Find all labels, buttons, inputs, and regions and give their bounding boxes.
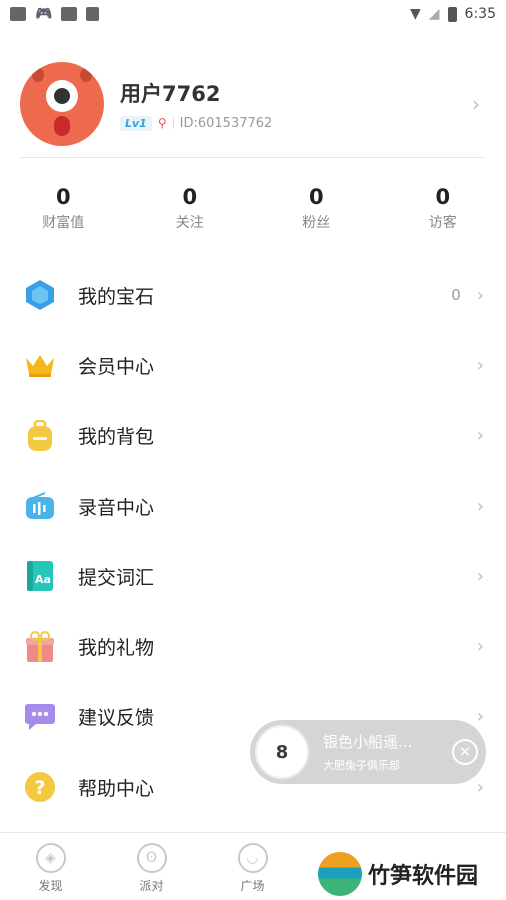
chevron-right-icon: ›: [476, 776, 484, 798]
stat-label: 关注: [175, 215, 204, 231]
feedback-icon: [24, 701, 56, 733]
chevron-right-icon: ›: [476, 495, 484, 517]
stat-value: 0: [55, 185, 71, 209]
vocab-icon: Aa: [24, 560, 56, 592]
planet-icon: ◡: [237, 843, 268, 873]
menu-item-vip[interactable]: 会员中心 ›: [0, 330, 506, 400]
player-title: 银色小船遥...: [323, 733, 413, 751]
status-bar: 🎮 ▼ ◢ 6:35: [0, 0, 506, 28]
svg-text:?: ?: [34, 777, 45, 799]
username: 用户7762: [120, 81, 221, 106]
gem-count: 0: [451, 286, 461, 305]
tab-label: 派对: [139, 879, 164, 893]
stat-wealth[interactable]: 0 财富值: [0, 184, 127, 240]
stat-value: 0: [182, 185, 198, 209]
stat-following[interactable]: 0 关注: [127, 184, 254, 240]
stat-fans[interactable]: 0 粉丝: [253, 184, 380, 240]
stat-label: 粉丝: [302, 215, 331, 231]
close-icon[interactable]: ✕: [452, 739, 478, 765]
stats-row: 0 财富值 0 关注 0 粉丝 0 访客: [0, 184, 506, 240]
stat-value: 0: [308, 185, 324, 209]
player-cover[interactable]: 8: [255, 725, 309, 779]
menu-item-recording[interactable]: 录音中心 ›: [0, 471, 506, 541]
pig-icon: ʘ: [136, 843, 167, 873]
tab-party[interactable]: ʘ 派对: [101, 833, 202, 900]
menu-label: 会员中心: [78, 355, 155, 378]
wifi-icon: ▼: [409, 6, 421, 22]
avatar[interactable]: [20, 62, 104, 146]
profile-divider: [20, 157, 486, 158]
stat-label: 访客: [428, 215, 457, 231]
stat-label: 财富值: [42, 215, 85, 231]
backpack-icon: [24, 419, 56, 452]
tab-square[interactable]: ◡ 广场: [202, 833, 303, 900]
user-id: ID:601537762: [179, 115, 273, 131]
battery-icon: [447, 6, 457, 22]
menu-label: 我的礼物: [78, 637, 155, 660]
square-icon: [10, 7, 26, 21]
menu-item-gifts[interactable]: 我的礼物 ›: [0, 611, 506, 681]
chevron-right-icon: ›: [476, 706, 484, 728]
watermark: 竹笋软件园: [318, 852, 478, 896]
level-badge: Lv1: [120, 115, 152, 131]
font-icon: [86, 7, 100, 21]
watermark-logo: [318, 852, 362, 896]
mini-player[interactable]: 8 银色小船遥... 大肥兔子俱乐部 ✕: [250, 720, 486, 784]
image-icon: [61, 7, 78, 21]
chevron-right-icon: ›: [476, 284, 484, 306]
player-subtitle: 大肥兔子俱乐部: [323, 759, 400, 772]
tab-label: 广场: [240, 879, 265, 893]
menu-label: 录音中心: [78, 496, 155, 519]
gem-icon: [24, 279, 56, 311]
chevron-right-icon: ›: [476, 636, 484, 658]
crown-icon: [24, 349, 56, 381]
tab-label: 发现: [38, 879, 63, 893]
chevron-right-icon: ›: [476, 354, 484, 376]
stat-visitors[interactable]: 0 访客: [380, 184, 506, 240]
menu-label: 我的宝石: [78, 285, 155, 308]
menu-item-vocab[interactable]: Aa 提交词汇 ›: [0, 541, 506, 611]
profile-card[interactable]: 用户7762 Lv1 ⚲ ID:601537762 ›: [20, 58, 486, 150]
tab-discover[interactable]: ◈ 发现: [0, 833, 101, 900]
help-icon: ?: [24, 771, 56, 803]
signal-icon: ◢: [428, 6, 440, 22]
compass-icon: ◈: [35, 843, 66, 873]
chevron-right-icon[interactable]: ›: [472, 92, 480, 116]
chevron-right-icon: ›: [476, 565, 484, 587]
gamepad-icon: 🎮: [35, 6, 53, 22]
stat-value: 0: [435, 185, 451, 209]
menu-item-backpack[interactable]: 我的背包 ›: [0, 401, 506, 471]
clock: 6:35: [464, 6, 496, 22]
svg-text:Aa: Aa: [35, 573, 51, 586]
chevron-right-icon: ›: [476, 425, 484, 447]
meta-divider: [172, 117, 174, 129]
player-cover-text: 8: [275, 741, 289, 763]
watermark-text: 竹笋软件园: [368, 864, 479, 889]
menu-label: 提交词汇: [78, 566, 155, 589]
search-icon[interactable]: ⚲: [158, 116, 167, 130]
menu-item-gems[interactable]: 我的宝石 0 ›: [0, 260, 506, 330]
radio-icon: [24, 490, 56, 522]
menu-label: 我的背包: [78, 426, 155, 449]
gift-icon: [24, 630, 56, 663]
